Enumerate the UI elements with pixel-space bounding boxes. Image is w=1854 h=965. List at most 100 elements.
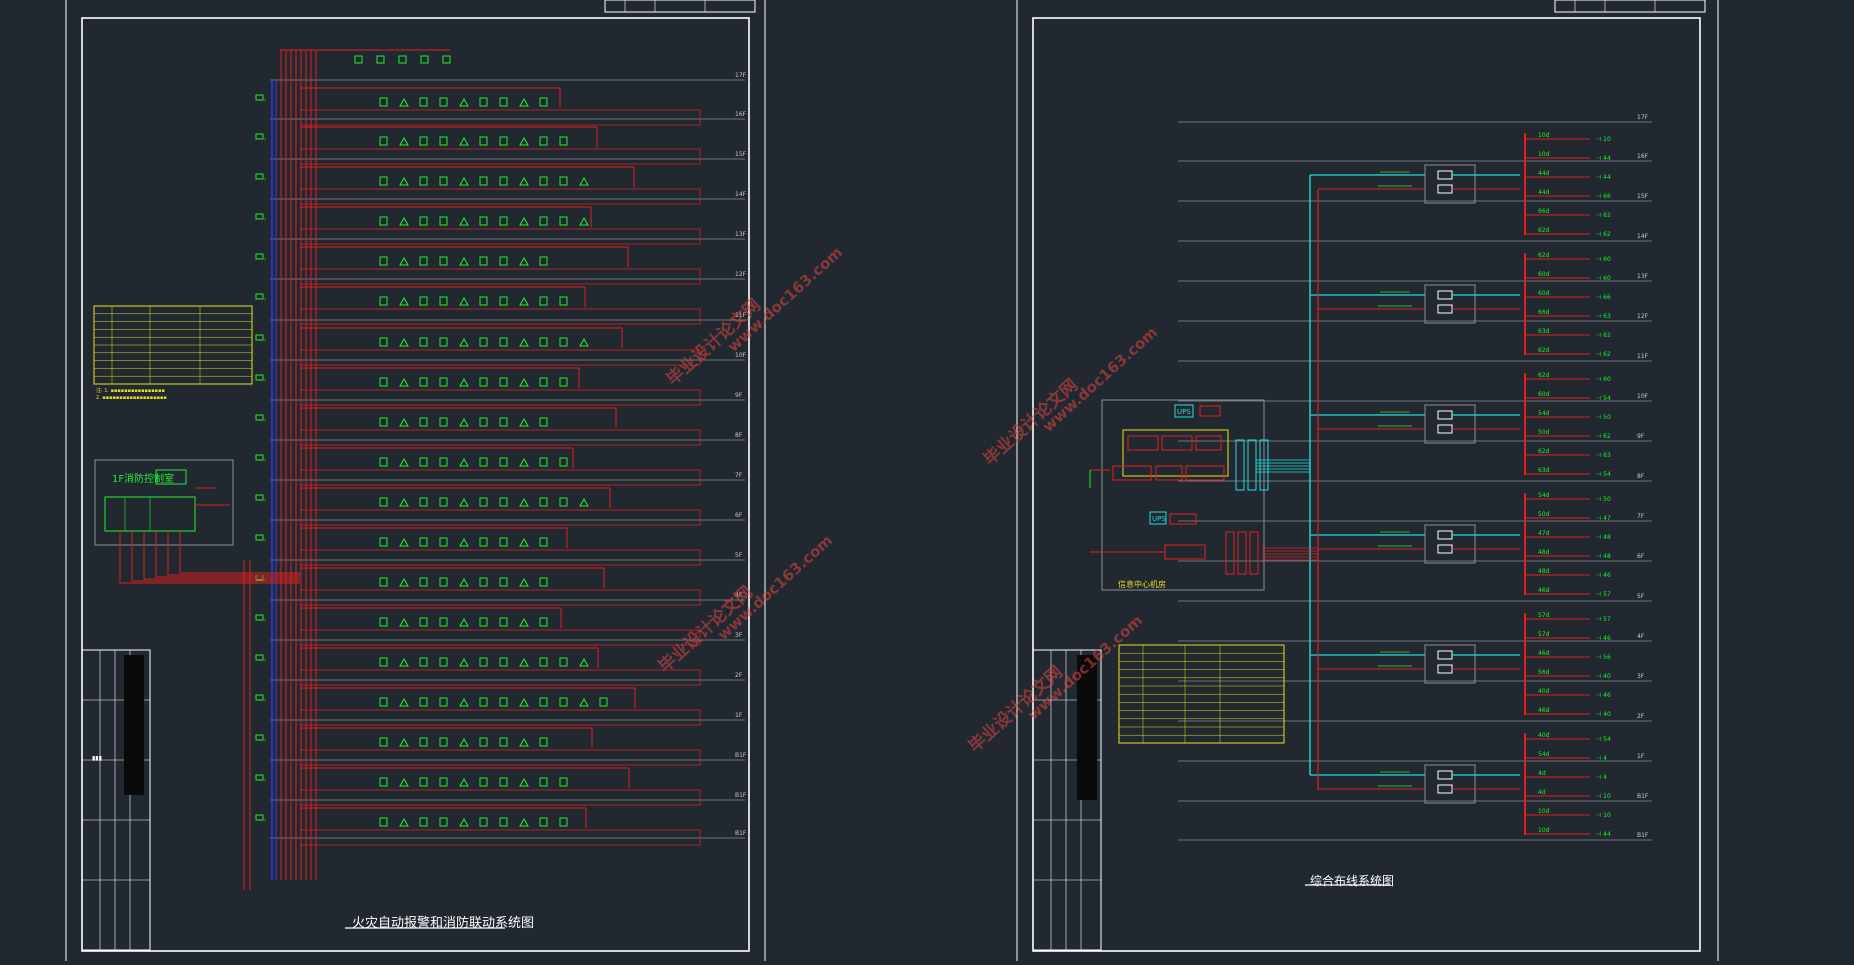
alarm-device xyxy=(559,216,568,226)
alarm-device xyxy=(559,817,568,827)
detector-device xyxy=(579,497,589,507)
outlet-count-label: 54d xyxy=(1538,492,1550,499)
alarm-device xyxy=(499,457,508,467)
outlet-label: ⊣ 62 xyxy=(1596,231,1611,238)
alarm-device xyxy=(559,176,568,186)
outlet-label: ⊣ 62 xyxy=(1596,212,1611,219)
top-device xyxy=(442,55,451,64)
floor-module xyxy=(255,253,264,260)
alarm-device xyxy=(559,136,568,146)
floor-label: B1F xyxy=(1637,832,1649,839)
alarm-device xyxy=(479,377,488,387)
alarm-device xyxy=(419,256,428,266)
outlet-count-label: 60d xyxy=(1538,391,1550,398)
alarm-device xyxy=(499,497,508,507)
alarm-device xyxy=(499,577,508,587)
floor-module xyxy=(255,454,264,461)
patch-panel xyxy=(1437,784,1453,794)
floor-module-glyph: ◦ xyxy=(263,337,267,345)
outlet-count-label: 62d xyxy=(1538,372,1550,379)
floor-module xyxy=(255,213,264,220)
floor-label: 9F xyxy=(735,392,743,399)
alarm-device xyxy=(379,657,388,667)
outlet-label: ⊣ 60 xyxy=(1596,376,1611,383)
outlet-count-label: 50d xyxy=(1538,429,1550,436)
floor-label: 3F xyxy=(1637,673,1645,680)
cad-drawing-canvas: ▮▮▮ 17F 16F 15F 14F 13F 12F 11F 10F 9F 8F 7F 6F 5F 4F 3… xyxy=(0,0,1854,961)
floor-label: 8F xyxy=(735,432,743,439)
top-device xyxy=(376,55,385,64)
floor-module xyxy=(255,814,264,821)
alarm-device xyxy=(439,497,448,507)
power-box xyxy=(1169,513,1197,525)
detector-device xyxy=(399,777,409,787)
fire-alarm-sheet: ▮▮▮17F16F15F14F13F12F11F10F9F8F7F6F5F4F3… xyxy=(81,17,750,952)
alarm-device xyxy=(439,176,448,186)
outlet-count-label: 63d xyxy=(1538,467,1550,474)
info-center-frame xyxy=(1101,399,1265,591)
detector-device xyxy=(519,136,529,146)
detector-device xyxy=(459,136,469,146)
floor-module-glyph: ◦ xyxy=(263,817,267,825)
floor-module-glyph: ◦ xyxy=(263,256,267,264)
alarm-device xyxy=(439,777,448,787)
info-center-box: UPS UPS 信息中心机房 xyxy=(1089,399,1318,591)
alarm-device xyxy=(499,697,508,707)
alarm-device xyxy=(479,256,488,266)
patch-panel xyxy=(1437,664,1453,674)
detector-device xyxy=(459,296,469,306)
detector-device xyxy=(519,537,529,547)
detector-device xyxy=(519,737,529,747)
detector-device xyxy=(519,497,529,507)
alarm-device xyxy=(479,97,488,107)
top-device xyxy=(354,55,363,64)
detector-device xyxy=(399,256,409,266)
floor-distribution-group: 57d ⊣ 57 57d ⊣ 46 46d ⊣ 56 56d ⊣ 40 40d ⊣ 46 46d ⊣ … xyxy=(1310,612,1611,718)
detector-device xyxy=(459,97,469,107)
outlet-label: ⊣ 60 xyxy=(1596,275,1611,282)
alarm-device xyxy=(419,577,428,587)
sheet2-title: 综合布线系统图 xyxy=(1310,874,1395,888)
alarm-device xyxy=(479,337,488,347)
alarm-device xyxy=(499,657,508,667)
ups-label: UPS xyxy=(1152,515,1166,523)
outlet-label: ⊣ 63 xyxy=(1596,452,1611,459)
outlet-count-label: 63d xyxy=(1538,328,1550,335)
alarm-device xyxy=(499,136,508,146)
floor-label: 4F xyxy=(1637,633,1645,640)
alarm-device xyxy=(539,537,548,547)
alarm-device xyxy=(379,417,388,427)
title-block-text: ▮▮▮ xyxy=(92,755,102,762)
alarm-device xyxy=(439,697,448,707)
outlet-label: ⊣ 44 xyxy=(1596,831,1611,838)
outlet-label: ⊣ 10 xyxy=(1596,812,1611,819)
alarm-device xyxy=(439,537,448,547)
ups-label: UPS xyxy=(1177,408,1191,416)
alarm-device xyxy=(439,216,448,226)
detector-device xyxy=(399,176,409,186)
floor-label: 17F xyxy=(1637,114,1649,121)
outlet-count-label: 10d xyxy=(1538,808,1550,815)
alarm-device xyxy=(539,777,548,787)
alarm-device xyxy=(419,497,428,507)
alarm-device xyxy=(439,136,448,146)
floor-label: 17F xyxy=(735,72,747,79)
alarm-device xyxy=(439,337,448,347)
floor-label: 6F xyxy=(1637,553,1645,560)
detector-device xyxy=(519,817,529,827)
detector-device xyxy=(399,457,409,467)
floor-module xyxy=(255,173,264,180)
floor-label: 14F xyxy=(1637,233,1649,240)
outlet-label: ⊣ 46 xyxy=(1596,692,1611,699)
outlet-count-label: 60d xyxy=(1538,290,1550,297)
alarm-device xyxy=(379,176,388,186)
alarm-device xyxy=(479,697,488,707)
outlet-count-label: 10d xyxy=(1538,132,1550,139)
alarm-device xyxy=(439,617,448,627)
outlet-count-label: 44d xyxy=(1538,189,1550,196)
alarm-device xyxy=(439,377,448,387)
alarm-device xyxy=(419,337,428,347)
patch-panel xyxy=(1437,304,1453,314)
outlet-count-label: 48d xyxy=(1538,568,1550,575)
floor-label: 16F xyxy=(735,111,747,118)
